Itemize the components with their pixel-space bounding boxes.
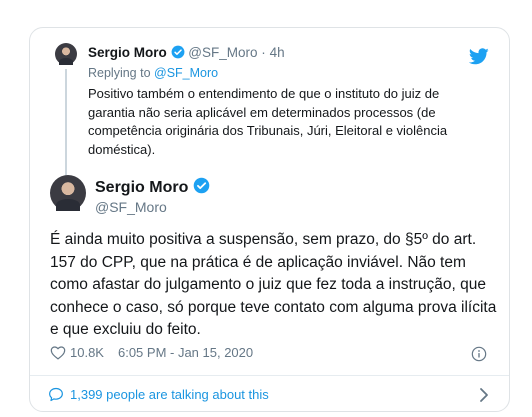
reply-avatar[interactable]	[55, 43, 77, 65]
reply-time[interactable]: 4h	[270, 45, 285, 60]
replying-prefix: Replying to	[88, 66, 155, 80]
tweet-meta: 10.8K 6:05 PM - Jan 15, 2020	[50, 345, 253, 360]
reply-separator: ·	[261, 45, 266, 60]
conversation-link[interactable]: 1,399 people are talking about this	[48, 387, 269, 402]
comment-bubble-icon	[49, 387, 63, 402]
info-icon[interactable]	[471, 346, 487, 362]
author-name-row: Sergio Moro	[95, 177, 210, 197]
verified-badge-icon	[171, 45, 184, 59]
author-name[interactable]: Sergio Moro	[95, 179, 188, 196]
like-count[interactable]: 10.8K	[70, 345, 104, 360]
reply-header: Sergio Moro @SF_Moro · 4h	[88, 45, 285, 60]
replying-to-link[interactable]: @SF_Moro	[154, 66, 218, 80]
tweet-timestamp[interactable]: 6:05 PM - Jan 15, 2020	[118, 345, 253, 360]
author-avatar[interactable]	[50, 175, 86, 211]
replying-to: Replying to @SF_Moro	[88, 66, 218, 80]
chevron-right-icon[interactable]	[479, 387, 489, 403]
verified-badge-icon	[193, 177, 210, 194]
reply-text: Positivo também o entendimento de que o …	[88, 86, 448, 157]
heart-icon[interactable]	[50, 345, 66, 360]
talking-count[interactable]: 1,399 people are talking about this	[70, 387, 269, 402]
thread-line	[65, 69, 67, 189]
twitter-bird-icon[interactable]	[469, 48, 489, 65]
author-handle[interactable]: @SF_Moro	[95, 199, 167, 215]
tweet-card: Sergio Moro @SF_Moro · 4h Replying to @S…	[29, 27, 510, 412]
tweet-text: É ainda muito positiva a suspensão, sem …	[50, 231, 497, 338]
reply-author-handle[interactable]: @SF_Moro	[188, 45, 257, 60]
reply-author-name[interactable]: Sergio Moro	[88, 45, 167, 60]
divider	[30, 375, 509, 376]
